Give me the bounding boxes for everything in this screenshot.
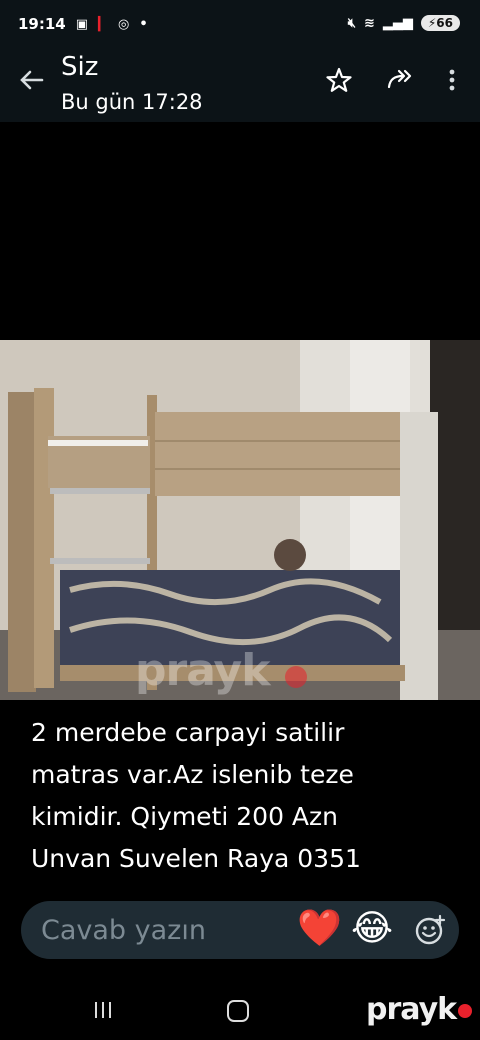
screenshot-icon: ▣ (75, 16, 89, 32)
status-time: 19:14 (18, 15, 66, 33)
logo-text: prayk (366, 992, 457, 1027)
battery-level: 66 (436, 16, 453, 30)
message-caption: 2 merdebe carpayi satilir matras var.Az … (31, 718, 361, 873)
laugh-emoji-button[interactable]: 😂 (351, 909, 393, 949)
reply-input[interactable]: Cavab yazın ❤️ 😂 (21, 901, 459, 959)
recent-apps-icon[interactable] (93, 1001, 113, 1019)
heart-emoji-button[interactable]: ❤️ (297, 909, 342, 949)
image-watermark: prayk (135, 645, 272, 696)
notification-icon: ▎ (98, 16, 109, 32)
forward-icon[interactable] (386, 67, 412, 93)
sender-name: Siz (61, 52, 99, 82)
whatsapp-icon: ◎ (118, 16, 130, 32)
message-timestamp: Bu gün 17:28 (61, 90, 203, 114)
wifi-icon: ≋ (363, 15, 375, 31)
star-icon[interactable] (326, 67, 352, 93)
mute-icon: 🔇︎ (347, 15, 356, 31)
prayk-logo: prayk (366, 992, 473, 1027)
viewer-header: Siz Bu gün 17:28 (0, 48, 480, 122)
watermark-dot-icon (285, 666, 307, 688)
logo-dot-icon (458, 1003, 473, 1018)
message-image[interactable]: prayk (0, 340, 480, 700)
more-options-icon[interactable] (440, 67, 464, 93)
reply-placeholder: Cavab yazın (41, 915, 206, 946)
signal-icon: ▂▄▆ (382, 15, 413, 31)
back-arrow-icon[interactable] (18, 66, 46, 94)
bunk-bed-photo: prayk (0, 340, 480, 700)
more-notifications-dot-icon: • (139, 16, 148, 32)
battery-badge: ⚡66 (420, 15, 460, 31)
status-bar: 19:14 ▣ ▎ ◎ • 🔇︎ ≋ ▂▄▆ ⚡66 (0, 0, 480, 48)
add-reaction-icon[interactable] (414, 914, 446, 946)
home-icon[interactable] (227, 1000, 249, 1022)
system-navigation-bar: prayk (0, 980, 480, 1040)
